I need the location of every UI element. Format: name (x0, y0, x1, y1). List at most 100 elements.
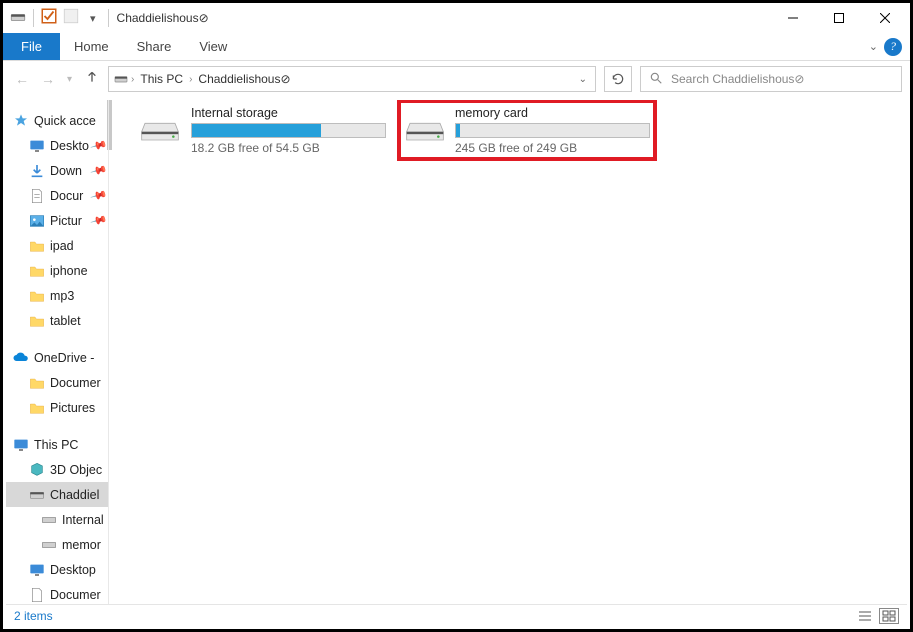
drive-memory-card[interactable]: memory card 245 GB free of 249 GB (397, 100, 657, 161)
qat-dropdown-icon[interactable]: ▾ (84, 12, 102, 25)
tab-share[interactable]: Share (123, 33, 186, 60)
drive-name: Internal storage (191, 106, 391, 120)
drive-icon (9, 7, 27, 30)
sidebar-item-label: This PC (34, 438, 78, 452)
sidebar-item-label: mp3 (50, 289, 74, 303)
sidebar-internal-storage[interactable]: Internal (6, 507, 108, 532)
breadcrumb-device[interactable]: Chaddielishous⊘ (194, 72, 294, 86)
qat-divider (33, 9, 34, 27)
this-pc-icon (12, 437, 30, 453)
sidebar-chaddiel-device[interactable]: Chaddiel (6, 482, 108, 507)
sidebar-item-label: Pictures (50, 401, 95, 415)
sidebar-item-label: Down (50, 164, 82, 178)
sidebar-quick-access[interactable]: Quick acce (6, 108, 108, 133)
address-dropdown-icon[interactable]: ⌄ (579, 74, 591, 85)
title-bar: ▾ Chaddielishous⊘ (3, 3, 910, 33)
sidebar-ipad[interactable]: ipad (6, 233, 108, 258)
folder-icon (28, 288, 46, 304)
breadcrumb-thispc[interactable]: This PC (136, 72, 187, 86)
drive-name: memory card (455, 106, 650, 120)
breadcrumb-sep[interactable]: › (187, 74, 194, 85)
sidebar-pc-desktop[interactable]: Desktop (6, 557, 108, 582)
tab-view[interactable]: View (185, 33, 241, 60)
sidebar-memory-card[interactable]: memor (6, 532, 108, 557)
drive-capacity-bar (191, 123, 386, 138)
window-title: Chaddielishous⊘ (117, 11, 209, 25)
sidebar-od-pictures[interactable]: Pictures (6, 395, 108, 420)
drive-icon (40, 512, 58, 528)
sidebar-documents[interactable]: Docur 📌 (6, 183, 108, 208)
address-drive-icon (113, 70, 129, 89)
sidebar-item-label: Chaddiel (50, 488, 99, 502)
folder-icon (28, 400, 46, 416)
forward-button[interactable]: → (37, 67, 59, 91)
sidebar-item-label: Quick acce (34, 114, 96, 128)
window-controls (770, 3, 908, 33)
sidebar-iphone[interactable]: iphone (6, 258, 108, 283)
pin-icon: 📌 (90, 211, 108, 229)
drive-icon (139, 109, 181, 151)
qat-placeholder-icon[interactable] (62, 7, 80, 30)
objects-3d-icon (28, 462, 46, 478)
sidebar-3d-objects[interactable]: 3D Objec (6, 457, 108, 482)
sidebar-downloads[interactable]: Down 📌 (6, 158, 108, 183)
sidebar-pictures[interactable]: Pictur 📌 (6, 208, 108, 233)
qat-divider-2 (108, 9, 109, 27)
sidebar-tablet[interactable]: tablet (6, 308, 108, 333)
refresh-button[interactable] (604, 66, 632, 92)
close-button[interactable] (862, 3, 908, 33)
recent-locations-button[interactable]: ▾ (63, 70, 76, 89)
address-bar[interactable]: › This PC › Chaddielishous⊘ ⌄ (108, 66, 596, 92)
pin-icon: 📌 (90, 186, 108, 204)
nav-bar: ← → ▾ › This PC › Chaddielishous⊘ ⌄ Sear… (3, 61, 910, 97)
tab-file[interactable]: File (3, 33, 60, 60)
sidebar-item-label: ipad (50, 239, 74, 253)
status-item-count: 2 items (14, 609, 53, 623)
content-pane[interactable]: Internal storage 18.2 GB free of 54.5 GB… (109, 100, 907, 604)
nav-sidebar: Quick acce Deskto 📌 Down 📌 Docur 📌 Pictu… (6, 100, 109, 604)
sidebar-desktop[interactable]: Deskto 📌 (6, 133, 108, 158)
up-button[interactable] (84, 69, 100, 90)
documents-icon (28, 188, 46, 204)
drive-icon (40, 537, 58, 553)
properties-icon[interactable] (40, 7, 58, 30)
sidebar-mp3[interactable]: mp3 (6, 283, 108, 308)
folder-icon (28, 238, 46, 254)
view-large-icons-button[interactable] (879, 608, 899, 624)
pin-icon: 📌 (90, 136, 108, 154)
drive-free-text: 245 GB free of 249 GB (455, 141, 650, 155)
drive-free-text: 18.2 GB free of 54.5 GB (191, 141, 391, 155)
desktop-icon (28, 138, 46, 154)
minimize-button[interactable] (770, 3, 816, 33)
drive-internal-storage[interactable]: Internal storage 18.2 GB free of 54.5 GB (139, 104, 391, 156)
desktop-icon (28, 562, 46, 578)
sidebar-thispc[interactable]: This PC (6, 432, 108, 457)
breadcrumb-sep[interactable]: › (129, 74, 136, 85)
status-bar: 2 items (6, 604, 907, 626)
sidebar-item-label: OneDrive - (34, 351, 94, 365)
ribbon-expand-icon[interactable]: ⌄ (869, 40, 878, 53)
sidebar-item-label: 3D Objec (50, 463, 102, 477)
sidebar-item-label: Deskto (50, 139, 89, 153)
pictures-icon (28, 213, 46, 229)
documents-icon (28, 587, 46, 603)
main-area: Quick acce Deskto 📌 Down 📌 Docur 📌 Pictu… (6, 100, 907, 604)
onedrive-icon (12, 350, 30, 366)
sidebar-pc-documents[interactable]: Documer (6, 582, 108, 604)
search-input[interactable]: Search Chaddielishous⊘ (640, 66, 902, 92)
sidebar-item-label: Documer (50, 376, 101, 390)
back-button[interactable]: ← (11, 67, 33, 91)
sidebar-item-label: memor (62, 538, 101, 552)
sidebar-item-label: Internal (62, 513, 104, 527)
drive-icon (28, 487, 46, 503)
folder-icon (28, 263, 46, 279)
sidebar-item-label: iphone (50, 264, 88, 278)
sidebar-od-documents[interactable]: Documer (6, 370, 108, 395)
help-icon[interactable]: ? (884, 38, 902, 56)
drive-icon (405, 109, 445, 151)
sidebar-onedrive[interactable]: OneDrive - (6, 345, 108, 370)
tab-home[interactable]: Home (60, 33, 123, 60)
maximize-button[interactable] (816, 3, 862, 33)
view-details-button[interactable] (855, 608, 875, 624)
quick-access-toolbar: ▾ (5, 7, 111, 30)
